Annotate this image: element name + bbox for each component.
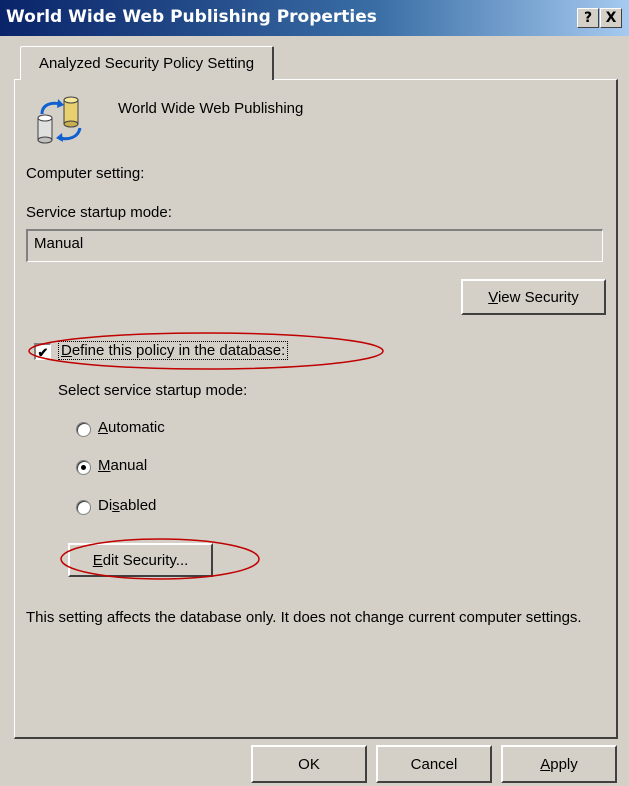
radio-manual[interactable] [76, 460, 91, 475]
radio-manual-label[interactable]: Manual [98, 457, 147, 474]
cancel-button[interactable]: Cancel [376, 745, 492, 783]
radio-disabled[interactable] [76, 500, 91, 515]
tab-analyzed-security-policy[interactable]: Analyzed Security Policy Setting [20, 46, 274, 80]
computer-setting-heading: Computer setting: [26, 165, 145, 182]
ok-button[interactable]: OK [251, 745, 367, 783]
database-note: This setting affects the database only. … [26, 609, 582, 626]
radio-automatic-label[interactable]: Automatic [98, 419, 165, 436]
highlight-ellipse [60, 538, 260, 580]
view-security-label: View Security [488, 288, 579, 306]
help-button[interactable]: ? [577, 8, 599, 28]
radio-selected-dot [81, 465, 86, 470]
highlight-ellipse [28, 332, 384, 370]
radio-disabled-label[interactable]: Disabled [98, 497, 156, 514]
radio-automatic[interactable] [76, 422, 91, 437]
startup-mode-label: Service startup mode: [26, 204, 172, 221]
select-startup-mode-label: Select service startup mode: [58, 382, 248, 399]
tab-label: Analyzed Security Policy Setting [38, 55, 255, 72]
startup-mode-field: Manual [26, 229, 603, 262]
window-title: World Wide Web Publishing Properties [6, 7, 377, 27]
apply-button[interactable]: Apply [501, 745, 617, 783]
service-name: World Wide Web Publishing [118, 100, 304, 117]
apply-label: Apply [540, 755, 578, 773]
view-security-button[interactable]: View Security [461, 279, 606, 315]
service-database-icon [37, 96, 82, 144]
close-button[interactable]: X [600, 8, 622, 28]
